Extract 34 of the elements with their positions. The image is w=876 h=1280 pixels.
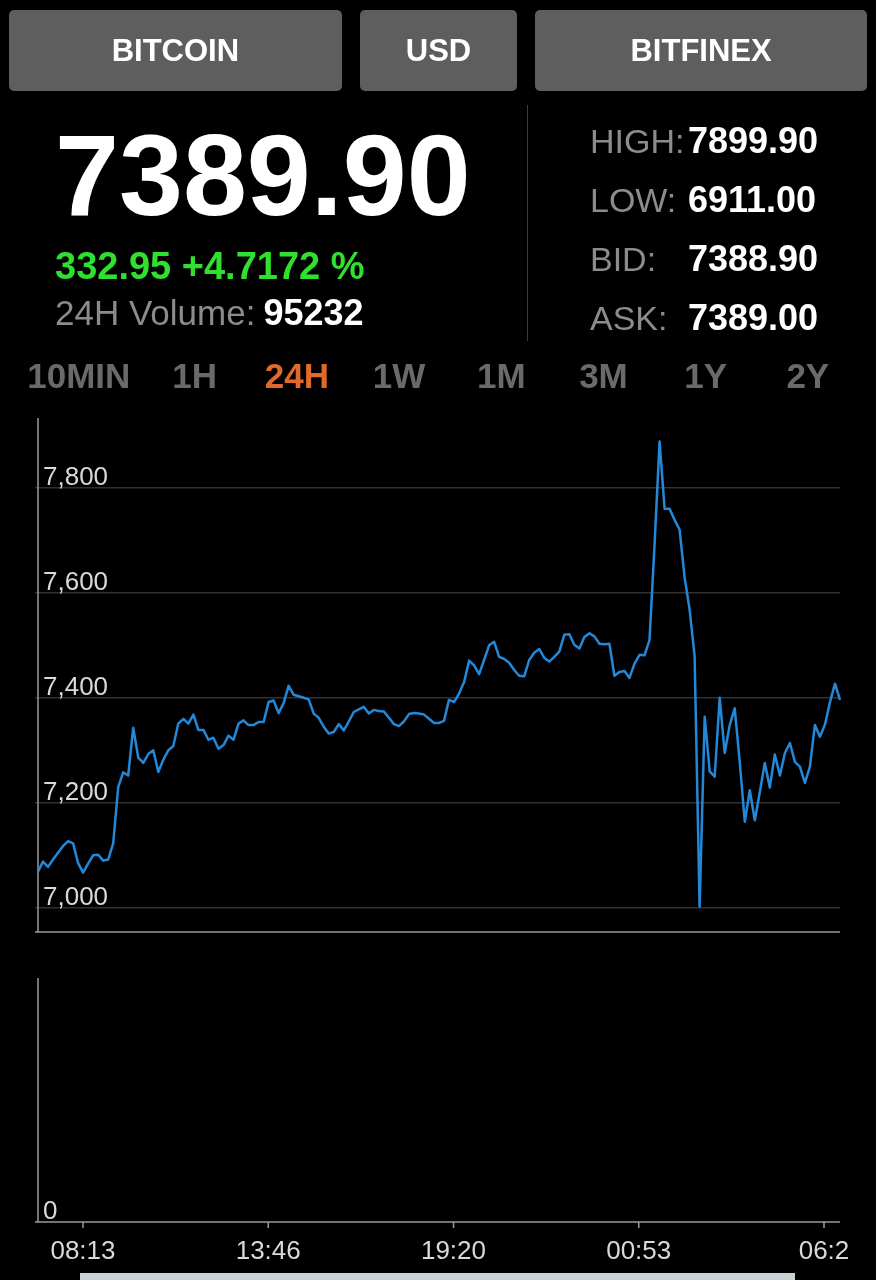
stat-label: LOW:	[590, 180, 677, 220]
selector-button[interactable]: BITCOIN	[9, 10, 342, 91]
range-tab[interactable]: 10MIN	[27, 358, 131, 393]
stat-value: 7899.90	[688, 121, 819, 161]
price-value: 7389.90	[55, 118, 471, 233]
x-tick-label: 13:46	[235, 1235, 301, 1265]
stat-value: 7388.90	[688, 239, 819, 279]
y-tick-label: 7,000	[43, 880, 109, 911]
y-tick-label: 7,200	[43, 775, 109, 806]
range-tab[interactable]: 1W	[372, 358, 426, 393]
price-change: 332.95 +4.7172 %	[55, 247, 365, 285]
x-tick-label: 08:13	[50, 1235, 116, 1265]
stat-value: 6911.00	[688, 180, 817, 220]
volume-label: 24H Volume:	[55, 293, 256, 332]
stat-label: BID:	[590, 239, 657, 279]
range-tab[interactable]: 1Y	[684, 358, 728, 393]
x-tick-label: 19:20	[420, 1235, 487, 1265]
y-tick-label: 7,400	[43, 670, 109, 701]
y-tick-label: 0	[43, 1195, 58, 1225]
y-tick-label: 7,800	[43, 460, 109, 491]
range-tab[interactable]: 2Y	[786, 358, 830, 393]
stat-label: HIGH:	[590, 121, 685, 161]
stat-value: 7389.00	[688, 298, 819, 338]
x-tick-label: 00:53	[606, 1235, 672, 1265]
range-tab[interactable]: 24H	[264, 358, 329, 393]
stat-label: ASK:	[590, 298, 668, 338]
range-tab[interactable]: 1H	[172, 358, 218, 393]
range-tab[interactable]: 1M	[476, 358, 526, 393]
y-tick-label: 7,600	[43, 565, 109, 596]
volume-value: 95232	[263, 292, 364, 333]
selector-button[interactable]: BITFINEX	[535, 10, 867, 91]
x-tick-label: 06:2	[798, 1235, 850, 1265]
range-tab[interactable]: 3M	[579, 358, 628, 393]
selector-button[interactable]: USD	[359, 10, 518, 91]
